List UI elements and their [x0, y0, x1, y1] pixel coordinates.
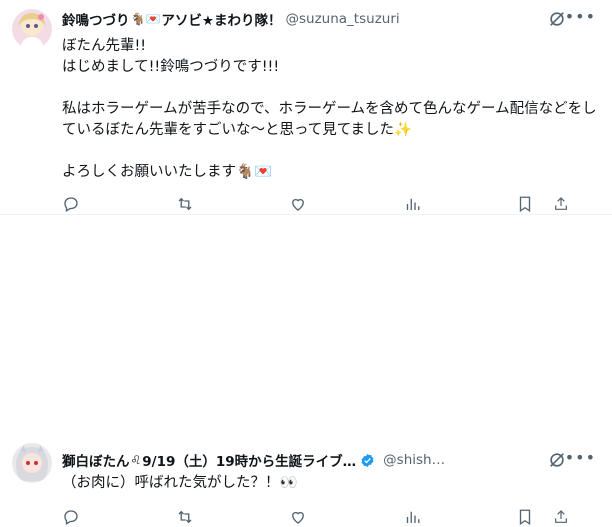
retweet-icon[interactable] [176, 195, 194, 213]
share-icon[interactable] [552, 195, 570, 213]
views-icon[interactable] [403, 508, 421, 526]
like-icon[interactable] [289, 195, 307, 213]
bookmark-icon[interactable] [516, 195, 534, 213]
bookmark-icon[interactable] [516, 508, 534, 526]
tweet-actions-right [516, 195, 570, 213]
more-icon[interactable]: ••• [565, 7, 596, 26]
more-icon[interactable]: ••• [565, 448, 596, 467]
tweet-header: 鈴鳴つづり 🐐💌 アソビ★まわり隊！ @suzuna_tsuzuri [62, 9, 600, 29]
like-icon[interactable] [289, 508, 307, 526]
grok-icon[interactable] [548, 10, 566, 28]
user-handle[interactable]: @suzuna_tsuzuri [286, 11, 400, 27]
tweet-text: ぼたん先輩!! はじめまして!!鈴鳴つづりです!!! 私はホラーゲームが苦手なの… [62, 38, 597, 180]
display-name[interactable]: 獅白ぼたん [62, 450, 130, 470]
name-emoji: 🐐💌 [130, 12, 161, 26]
user-handle[interactable]: @shish… [383, 452, 445, 468]
tweet-header: 獅白ぼたん ♌ 9/19（土）19時から生誕ライブ… @shish… [62, 450, 600, 470]
tweet-actions-right [516, 508, 570, 526]
avatar-suzuna[interactable] [12, 9, 52, 49]
retweet-icon[interactable] [176, 508, 194, 526]
display-name-suffix[interactable]: アソビ★まわり隊！ [161, 9, 281, 29]
tweet-botan[interactable]: 獅白ぼたん ♌ 9/19（土）19時から生誕ライブ… @shish… ••• （… [0, 214, 612, 526]
tweet-actions [62, 194, 570, 214]
tweet-actions [62, 507, 570, 527]
name-emoji: ♌ [130, 453, 142, 467]
grok-icon[interactable] [548, 451, 566, 469]
tweet-text: （お肉に）呼ばれた気がした？！👀 [62, 475, 298, 491]
share-icon[interactable] [552, 508, 570, 526]
reply-icon[interactable] [62, 195, 80, 213]
views-icon[interactable] [403, 195, 421, 213]
reply-icon[interactable] [62, 508, 80, 526]
display-name-suffix[interactable]: 9/19（土）19時から生誕ライブ… [142, 450, 356, 470]
avatar-botan[interactable] [12, 443, 52, 483]
verified-badge-icon [360, 453, 375, 468]
tweet-suzuna[interactable]: 鈴鳴つづり 🐐💌 アソビ★まわり隊！ @suzuna_tsuzuri ••• ぼ… [0, 0, 612, 214]
display-name[interactable]: 鈴鳴つづり [62, 9, 130, 29]
